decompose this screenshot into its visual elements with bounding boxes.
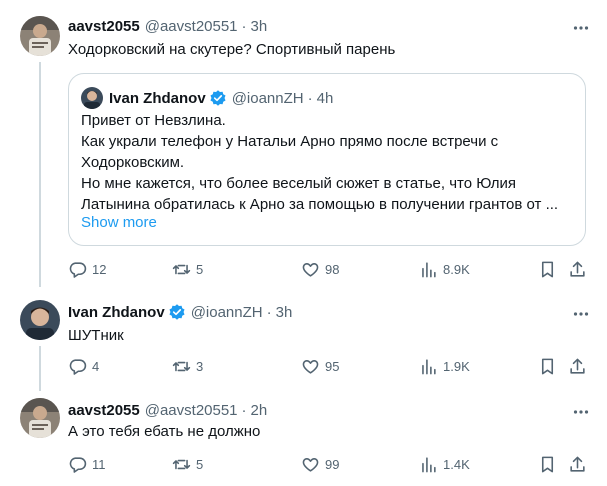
repost-count: 5 (196, 456, 204, 472)
separator-dot: · (241, 401, 247, 419)
like-count: 99 (325, 456, 340, 472)
bookmark-button[interactable] (538, 454, 557, 474)
repost-icon (172, 264, 191, 274)
tweet-header: Ivan Zhdanov @ioannZH · 3h (68, 302, 292, 322)
tweet-text: Ходорковский на скутере? Спортивный паре… (68, 41, 396, 58)
avatar (81, 87, 103, 109)
more-options-button[interactable] (569, 304, 593, 324)
views-button[interactable]: 1.9K (419, 356, 470, 376)
reply-count: 4 (92, 358, 100, 374)
more-icon (573, 312, 589, 316)
tweet-actions: 12 5 98 8.9K (68, 259, 592, 279)
repost-icon (172, 459, 191, 469)
repost-button[interactable]: 3 (172, 356, 203, 376)
separator-dot: · (266, 303, 272, 321)
tweet-actions: 4 3 95 1.9K (68, 356, 592, 376)
quoted-text-line: Ходорковским. (81, 154, 185, 171)
avatar[interactable] (20, 398, 60, 438)
reply-icon (69, 261, 87, 278)
quoted-tweet[interactable]: Ivan Zhdanov @ioannZH · 4h Привет от Нев… (68, 73, 586, 246)
bookmark-icon (541, 261, 554, 277)
tweet[interactable]: Ivan Zhdanov @ioannZH · 3h ШУТник 4 3 95… (0, 290, 607, 388)
like-count: 95 (325, 358, 340, 374)
views-button[interactable]: 8.9K (419, 259, 470, 279)
quoted-timestamp: 4h (316, 89, 334, 107)
like-icon (302, 457, 319, 472)
tweet-header: aavst2055 @aavst20551 · 3h (68, 16, 267, 36)
repost-count: 3 (196, 358, 204, 374)
quoted-tweet-header: Ivan Zhdanov @ioannZH · 4h (81, 87, 334, 109)
share-button[interactable] (568, 454, 587, 474)
author-handle[interactable]: @ioannZH (191, 304, 263, 321)
repost-icon (172, 361, 191, 371)
views-icon (422, 358, 436, 374)
timestamp[interactable]: 3h (251, 18, 268, 35)
like-count: 98 (325, 261, 340, 277)
bookmark-icon (541, 358, 554, 374)
author-name[interactable]: aavst2055 (68, 402, 140, 419)
tweet[interactable]: aavst2055 @aavst20551 · 2h А это тебя еб… (0, 388, 607, 486)
tweet-actions: 11 5 99 1.4K (68, 454, 592, 474)
views-icon (422, 261, 436, 277)
quoted-text-line: Но мне кажется, что более веселый сюжет … (81, 175, 516, 192)
quoted-tweet-text: Привет от Невзлина. Как украли телефон у… (81, 110, 567, 215)
like-button[interactable]: 98 (301, 259, 339, 279)
quoted-text-line: Как украли телефон у Натальи Арно прямо … (81, 133, 499, 150)
more-options-button[interactable] (569, 18, 593, 38)
share-icon (570, 358, 585, 374)
bookmark-button[interactable] (538, 356, 557, 376)
views-icon (422, 456, 436, 472)
separator-dot: · (307, 89, 313, 107)
more-icon (573, 410, 589, 414)
like-icon (302, 262, 319, 277)
share-button[interactable] (568, 356, 587, 376)
author-name[interactable]: aavst2055 (68, 18, 140, 35)
quoted-text-line: Латынина обратилась к Арно за помощью в … (81, 196, 559, 213)
tweet-header: aavst2055 @aavst20551 · 2h (68, 400, 267, 420)
reply-icon (69, 358, 87, 375)
like-icon (302, 359, 319, 374)
repost-button[interactable]: 5 (172, 454, 203, 474)
author-handle[interactable]: @aavst20551 (145, 402, 238, 419)
separator-dot: · (241, 17, 247, 35)
views-count: 8.9K (443, 261, 470, 277)
quoted-text-line: Привет от Невзлина. (81, 112, 226, 129)
avatar[interactable] (20, 300, 60, 340)
author-name[interactable]: Ivan Zhdanov (68, 304, 165, 321)
avatar[interactable] (20, 16, 60, 56)
views-count: 1.4K (443, 456, 470, 472)
reply-icon (69, 456, 87, 473)
tweet-text: ШУТник (68, 327, 124, 344)
author-handle[interactable]: @aavst20551 (145, 18, 238, 35)
reply-count: 11 (92, 456, 106, 472)
like-button[interactable]: 95 (301, 356, 339, 376)
bookmark-icon (541, 456, 554, 472)
more-icon (573, 26, 589, 30)
share-button[interactable] (568, 259, 587, 279)
like-button[interactable]: 99 (301, 454, 339, 474)
reply-button[interactable]: 4 (68, 356, 99, 376)
timestamp[interactable]: 3h (276, 304, 293, 321)
quoted-author-name: Ivan Zhdanov (109, 89, 206, 107)
show-more-link[interactable]: Show more (81, 214, 157, 231)
timestamp[interactable]: 2h (251, 402, 268, 419)
views-button[interactable]: 1.4K (419, 454, 470, 474)
repost-button[interactable]: 5 (172, 259, 203, 279)
bookmark-button[interactable] (538, 259, 557, 279)
reply-button[interactable]: 11 (68, 454, 106, 474)
more-options-button[interactable] (569, 402, 593, 422)
repost-count: 5 (196, 261, 204, 277)
share-icon (570, 456, 585, 472)
verified-badge-icon (168, 303, 186, 321)
views-count: 1.9K (443, 358, 470, 374)
reply-button[interactable]: 12 (68, 259, 106, 279)
tweet[interactable]: aavst2055 @aavst20551 · 3h Ходорковский … (0, 0, 607, 290)
reply-count: 12 (92, 261, 107, 277)
verified-badge-icon (209, 89, 227, 107)
share-icon (570, 261, 585, 277)
quoted-author-handle: @ioannZH (231, 89, 304, 107)
tweet-text: А это тебя ебать не должно (68, 423, 261, 440)
